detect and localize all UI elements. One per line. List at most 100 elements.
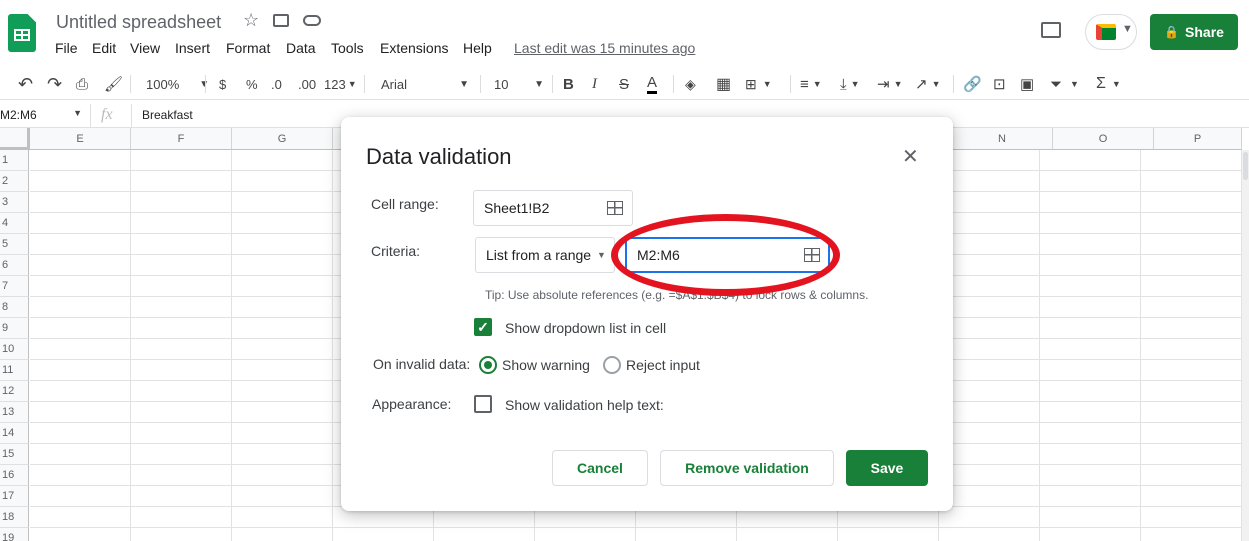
row-header[interactable]: 1 <box>0 150 29 171</box>
show-warning-radio[interactable] <box>479 356 497 374</box>
merge-cells-icon[interactable]: ⊞ ▼ <box>745 74 772 94</box>
name-box[interactable]: M2:M6 ▼ <box>0 108 82 122</box>
cancel-button[interactable]: Cancel <box>552 450 648 486</box>
comments-icon[interactable] <box>1041 22 1061 38</box>
column-header[interactable]: F <box>131 128 232 150</box>
text-rotation-icon[interactable]: ↗ ▼ <box>915 74 941 94</box>
horizontal-align-icon[interactable]: ≡ ▼ <box>800 74 822 94</box>
criteria-type-select[interactable]: List from a range ▼ <box>475 237 615 273</box>
column-header[interactable]: G <box>232 128 333 150</box>
criteria-label: Criteria: <box>371 243 421 259</box>
menu-insert[interactable]: Insert <box>175 40 210 56</box>
row-header[interactable]: 15 <box>0 444 29 465</box>
row-header[interactable]: 17 <box>0 486 29 507</box>
row-header[interactable]: 16 <box>0 465 29 486</box>
row-header[interactable]: 19 <box>0 528 29 541</box>
show-dropdown-checkbox[interactable]: ✓ <box>474 318 492 336</box>
row-header[interactable]: 7 <box>0 276 29 297</box>
font-size-select[interactable]: 10 ▼ <box>494 74 544 94</box>
font-size-value: 10 <box>494 76 509 92</box>
appearance-label: Appearance: <box>372 396 452 412</box>
menu-data[interactable]: Data <box>286 40 316 56</box>
column-header[interactable]: P <box>1154 128 1242 150</box>
text-color-icon[interactable]: A <box>647 74 658 94</box>
menu-file[interactable]: File <box>55 40 78 56</box>
cloud-status-icon[interactable] <box>303 15 321 26</box>
italic-icon[interactable]: I <box>592 74 597 94</box>
reject-input-radio[interactable] <box>603 356 621 374</box>
document-title[interactable]: Untitled spreadsheet <box>56 12 221 33</box>
menu-format[interactable]: Format <box>226 40 270 56</box>
move-folder-icon[interactable] <box>273 14 289 27</box>
dialog-title: Data validation <box>366 144 512 169</box>
menu-edit[interactable]: Edit <box>92 40 116 56</box>
cell-range-value: Sheet1!B2 <box>484 200 550 216</box>
strikethrough-icon[interactable]: S <box>619 74 629 94</box>
meet-button[interactable]: ▼ <box>1085 14 1137 50</box>
font-name: Arial <box>381 76 408 92</box>
paint-format-icon[interactable]: 🖌 <box>104 74 123 94</box>
functions-icon[interactable]: Σ ▼ <box>1096 74 1121 94</box>
row-header[interactable]: 9 <box>0 318 29 339</box>
redo-icon[interactable]: ↷ <box>47 74 62 94</box>
insert-link-icon[interactable]: 🔗 <box>963 74 982 94</box>
row-header[interactable]: 4 <box>0 213 29 234</box>
menu-view[interactable]: View <box>130 40 160 56</box>
row-header[interactable]: 12 <box>0 381 29 402</box>
zoom-select[interactable]: 100%▼ <box>146 74 209 94</box>
sheets-logo-icon[interactable] <box>8 14 36 52</box>
chevron-down-icon: ▼ <box>1122 23 1133 35</box>
help-text-label: Show validation help text: <box>505 397 664 413</box>
invalid-data-label: On invalid data: <box>373 356 471 372</box>
row-header[interactable]: 3 <box>0 192 29 213</box>
font-select[interactable]: Arial ▼ <box>381 74 469 94</box>
formula-input[interactable]: Breakfast <box>142 108 193 122</box>
help-text-checkbox[interactable] <box>474 395 492 413</box>
vertical-scrollbar[interactable] <box>1242 150 1249 541</box>
vertical-align-icon[interactable]: ⤓ ▼ <box>840 74 860 94</box>
decrease-decimal-button[interactable]: .0 <box>271 74 282 94</box>
row-header[interactable]: 6 <box>0 255 29 276</box>
column-header[interactable]: E <box>30 128 131 150</box>
insert-comment-icon[interactable]: ⊡ <box>993 74 1006 94</box>
criteria-type-value: List from a range <box>486 247 592 263</box>
bold-icon[interactable]: B <box>563 74 574 94</box>
close-icon[interactable]: ✕ <box>902 144 919 169</box>
undo-icon[interactable]: ↶ <box>18 74 33 94</box>
select-range-icon[interactable] <box>607 201 623 215</box>
star-icon[interactable]: ☆ <box>243 10 259 31</box>
borders-icon[interactable]: ▦ <box>716 74 731 94</box>
row-header[interactable]: 10 <box>0 339 29 360</box>
increase-decimal-button[interactable]: .00 <box>298 74 316 94</box>
insert-chart-icon[interactable]: ▣ <box>1020 74 1034 94</box>
row-header[interactable]: 8 <box>0 297 29 318</box>
menu-help[interactable]: Help <box>463 40 492 56</box>
print-icon[interactable]: ⎙ <box>76 74 88 94</box>
more-formats-label: 123 <box>324 76 346 92</box>
share-label: Share <box>1185 24 1224 40</box>
row-header[interactable]: 5 <box>0 234 29 255</box>
percent-format-button[interactable]: % <box>246 74 258 94</box>
column-header[interactable]: N <box>952 128 1053 150</box>
menu-tools[interactable]: Tools <box>331 40 364 56</box>
last-edit-link[interactable]: Last edit was 15 minutes ago <box>514 40 695 56</box>
row-header[interactable]: 13 <box>0 402 29 423</box>
filter-icon[interactable]: ⏷ ▼ <box>1050 74 1079 94</box>
save-button[interactable]: Save <box>846 450 928 486</box>
text-wrapping-icon[interactable]: ⇥ ▼ <box>877 74 903 94</box>
share-button[interactable]: 🔒 Share <box>1150 14 1238 50</box>
zoom-value: 100% <box>146 76 180 92</box>
row-header[interactable]: 11 <box>0 360 29 381</box>
select-all-corner[interactable] <box>0 128 30 150</box>
currency-format-button[interactable]: $ <box>219 74 226 94</box>
menu-extensions[interactable]: Extensions <box>380 40 448 56</box>
more-formats-select[interactable]: 123 ▼ <box>324 74 357 94</box>
row-header[interactable]: 14 <box>0 423 29 444</box>
row-header[interactable]: 2 <box>0 171 29 192</box>
column-header[interactable]: O <box>1053 128 1154 150</box>
meet-icon <box>1096 24 1116 40</box>
remove-validation-button[interactable]: Remove validation <box>660 450 834 486</box>
fill-color-icon[interactable]: ◈ <box>685 74 696 94</box>
cell-range-field[interactable]: Sheet1!B2 <box>473 190 633 226</box>
row-header[interactable]: 18 <box>0 507 29 528</box>
